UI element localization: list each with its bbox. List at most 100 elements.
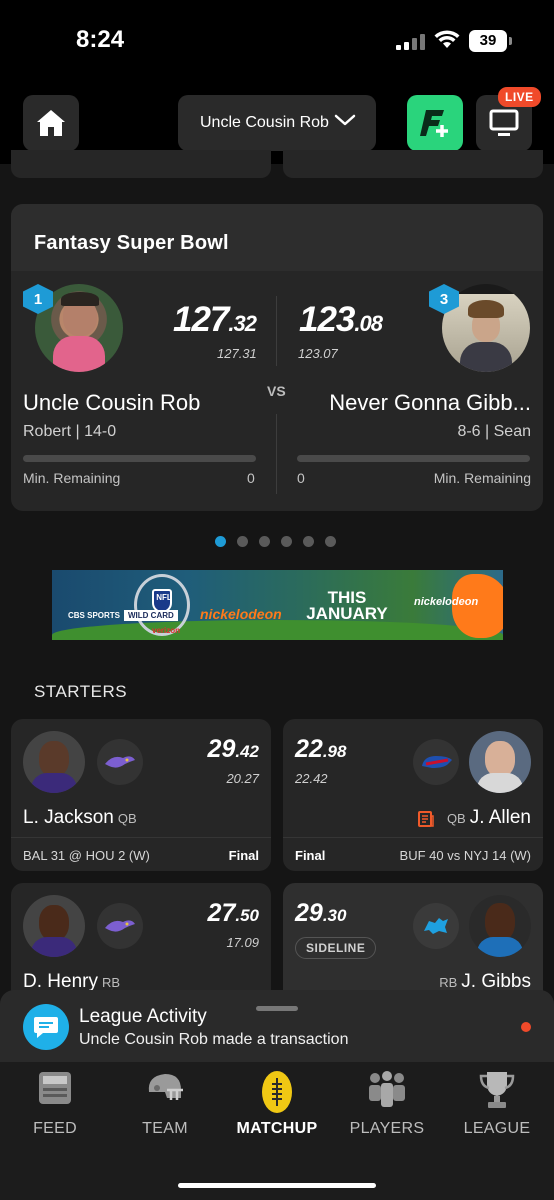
drag-handle[interactable]: [256, 1006, 298, 1011]
section-title-starters: STARTERS: [34, 682, 128, 701]
home-icon: [37, 110, 65, 136]
bottom-navigation: FEED TEAM MATCHUP PLAYERS LEAGUE: [0, 1062, 554, 1200]
chat-icon: [23, 1004, 69, 1050]
status-bar: 8:24 39: [0, 0, 554, 80]
nav-players-label: PLAYERS: [349, 1120, 425, 1137]
away-progress-bar: [297, 455, 530, 462]
news-icon[interactable]: [417, 810, 435, 828]
carousel-dot[interactable]: [215, 536, 226, 547]
game-status: Final: [295, 848, 326, 863]
home-projected-score: 127.31: [217, 346, 257, 361]
player-game-info: Final BUF 40 vs NYJ 14 (W): [283, 837, 543, 871]
ravens-logo-icon: [97, 739, 143, 785]
signal-icon: [396, 34, 426, 50]
matchup-title: Fantasy Super Bowl: [11, 204, 543, 271]
live-badge: LIVE: [498, 87, 541, 107]
home-team-name: Uncle Cousin Rob: [23, 390, 201, 415]
lions-logo-icon: [413, 903, 459, 949]
player-score: 27.50: [207, 899, 259, 927]
away-min-remaining-label: Min. Remaining: [433, 470, 531, 486]
team-selector-label: Uncle Cousin Rob: [200, 114, 329, 131]
battery-indicator: 39: [469, 30, 512, 52]
bills-logo-icon: [413, 739, 459, 785]
away-team-owner-record: 8-6 | Sean: [457, 423, 531, 440]
activity-message: Uncle Cousin Rob made a transaction: [79, 1031, 349, 1048]
nav-players[interactable]: PLAYERS: [332, 1062, 442, 1152]
player-projected-score: 22.42: [295, 771, 328, 786]
nav-matchup[interactable]: MATCHUP: [222, 1062, 332, 1152]
previous-card-peek: [283, 150, 543, 178]
players-icon: [369, 1071, 405, 1107]
game-score-text: BUF 40 vs NYJ 14 (W): [399, 848, 531, 863]
activity-title: League Activity: [79, 1006, 207, 1027]
player-name: L. Jackson QB: [23, 807, 137, 828]
away-score: 123.08: [299, 300, 383, 339]
player-name: QB J. Allen: [446, 807, 531, 828]
nav-league[interactable]: LEAGUE: [442, 1062, 552, 1152]
matchup-card[interactable]: Fantasy Super Bowl 1 127.32 127.31 VS 12…: [11, 204, 543, 511]
carousel-dot[interactable]: [259, 536, 270, 547]
vs-label: VS: [267, 383, 286, 399]
player-headshot: [23, 895, 85, 957]
helmet-icon: [148, 1074, 183, 1100]
divider: [276, 414, 277, 494]
carousel-dot[interactable]: [325, 536, 336, 547]
trophy-icon: [479, 1072, 515, 1108]
feed-icon: [39, 1072, 71, 1104]
divider: [276, 296, 277, 366]
football-icon: [262, 1071, 292, 1113]
player-headshot: [469, 731, 531, 793]
player-headshot: [23, 731, 85, 793]
status-time: 8:24: [76, 26, 125, 53]
tv-icon: [489, 109, 519, 136]
home-score: 127.32: [173, 300, 257, 339]
league-activity-banner[interactable]: League Activity Uncle Cousin Rob made a …: [0, 990, 554, 1062]
player-game-info: BAL 31 @ HOU 2 (W) Final: [11, 837, 271, 871]
unread-indicator: [521, 1022, 531, 1032]
home-team-owner-record: Robert | 14-0: [23, 423, 117, 440]
player-score: 22.98: [295, 735, 347, 763]
chevron-down-icon: [334, 114, 356, 126]
player-card[interactable]: 27.50 17.09 D. Henry RB: [11, 883, 271, 1003]
player-card[interactable]: 29.42 20.27 L. Jackson QB BAL 31 @ HOU 2 …: [11, 719, 271, 871]
nickelodeon-logo: nickelodeon: [200, 606, 282, 622]
verizon-logo: verizon: [152, 626, 181, 635]
ad-banner[interactable]: CBS SPORTS NFL WILD CARD verizon nickelo…: [52, 570, 503, 640]
player-card[interactable]: 29.30 SIDELINE RB J. Gibbs: [283, 883, 543, 1003]
previous-card-peek: [11, 150, 271, 178]
home-min-remaining-value: 0: [247, 470, 255, 486]
carousel-indicator[interactable]: [215, 536, 336, 547]
fantasy-plus-icon: [420, 110, 448, 137]
player-projected-score: 17.09: [226, 935, 259, 950]
game-score-text: BAL 31 @ HOU 2 (W): [23, 848, 150, 863]
player-score: 29.30: [295, 899, 347, 927]
ravens-logo-icon: [97, 903, 143, 949]
wifi-icon: [434, 30, 460, 48]
carousel-dot[interactable]: [237, 536, 248, 547]
away-min-remaining-value: 0: [297, 470, 305, 486]
cbs-sports-logo: CBS SPORTS: [68, 611, 121, 620]
sideline-badge: SIDELINE: [295, 937, 377, 959]
fantasy-plus-button[interactable]: [407, 95, 463, 151]
home-indicator[interactable]: [178, 1183, 376, 1188]
wild-card-label: WILD CARD: [124, 610, 178, 621]
home-min-remaining-label: Min. Remaining: [23, 470, 121, 486]
nav-team[interactable]: TEAM: [110, 1062, 220, 1152]
home-button[interactable]: [23, 95, 79, 151]
player-projected-score: 20.27: [226, 771, 259, 786]
nickelodeon-logo: nickelodeon: [414, 596, 479, 608]
game-status: Final: [228, 848, 259, 863]
home-progress-bar: [23, 455, 256, 462]
away-projected-score: 123.07: [298, 346, 338, 361]
away-team-name: Never Gonna Gibb...: [329, 390, 531, 415]
carousel-dot[interactable]: [281, 536, 292, 547]
nav-league-label: LEAGUE: [463, 1120, 531, 1137]
player-card[interactable]: 22.98 22.42 QB J. Allen Final BUF 40 vs N…: [283, 719, 543, 871]
player-score: 29.42: [207, 735, 259, 763]
team-selector[interactable]: Uncle Cousin Rob: [178, 95, 376, 151]
nav-feed-label: FEED: [33, 1120, 77, 1137]
nav-matchup-label: MATCHUP: [236, 1120, 318, 1137]
nav-team-label: TEAM: [142, 1120, 188, 1137]
carousel-dot[interactable]: [303, 536, 314, 547]
nav-feed[interactable]: FEED: [0, 1062, 110, 1152]
